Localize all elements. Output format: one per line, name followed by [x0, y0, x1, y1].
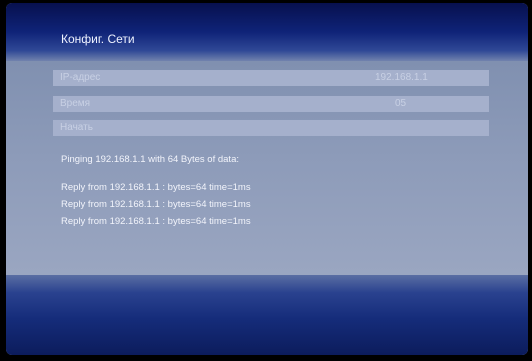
footer-bar [6, 275, 528, 355]
ip-address-value: 192.168.1.1 [375, 72, 428, 83]
header-bar: Конфиг. Сети [6, 3, 528, 61]
time-field[interactable]: Время 05 [53, 96, 489, 112]
ping-reply-line: Reply from 192.168.1.1 : bytes=64 time=1… [61, 182, 251, 193]
time-label: Время [60, 98, 91, 109]
start-label: Начать [60, 122, 93, 133]
ip-address-field[interactable]: IP-адрес 192.168.1.1 [53, 70, 489, 86]
ping-reply-line: Reply from 192.168.1.1 : bytes=64 time=1… [61, 216, 251, 227]
ping-header-text: Pinging 192.168.1.1 with 64 Bytes of dat… [61, 154, 239, 165]
ip-address-label: IP-адрес [60, 72, 101, 83]
page-title: Конфиг. Сети [61, 32, 135, 46]
ping-reply-line: Reply from 192.168.1.1 : bytes=64 time=1… [61, 199, 251, 210]
time-value: 05 [395, 98, 407, 109]
ping-screen: Конфиг. Сети IP-адрес 192.168.1.1 Время … [6, 3, 528, 355]
start-button[interactable]: Начать [53, 120, 489, 136]
content-area: IP-адрес 192.168.1.1 Время 05 Начать Pin… [6, 61, 528, 275]
